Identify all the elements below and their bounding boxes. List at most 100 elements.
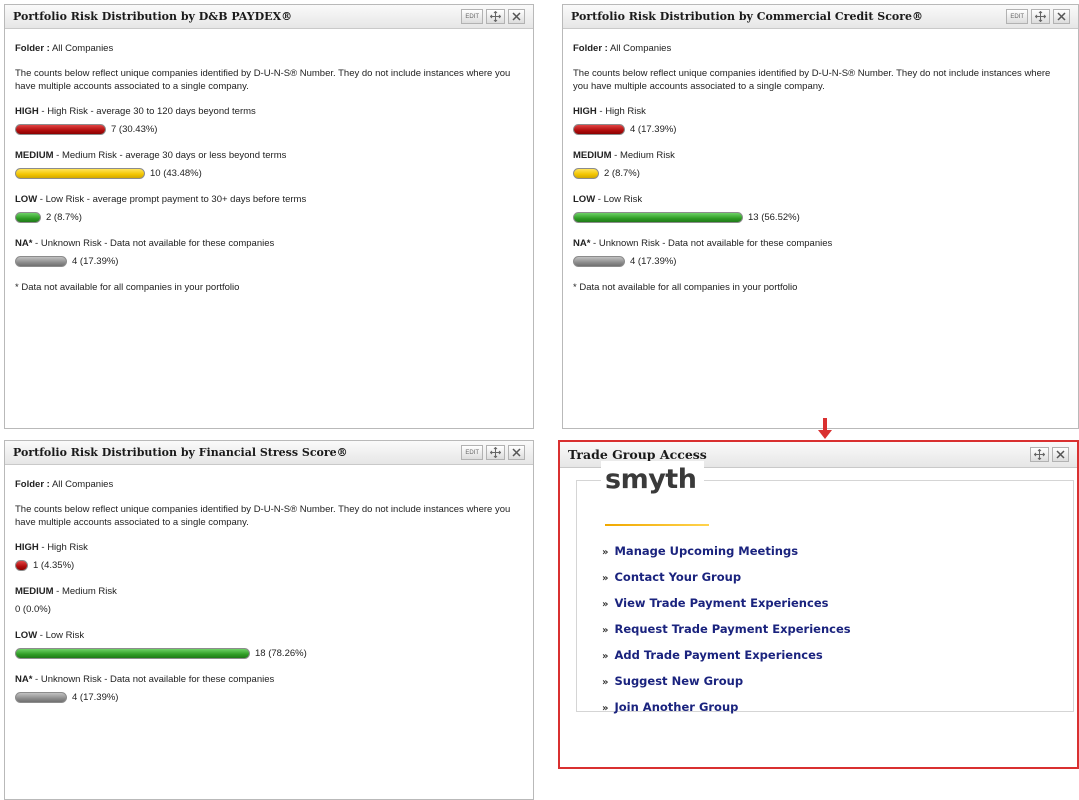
link-prefix: » (602, 599, 609, 610)
footnote: * Data not available for all companies i… (15, 282, 240, 293)
risk-count: 4 (17.39%) (630, 255, 677, 267)
risk-label: NA* - Unknown Risk - Data not available … (573, 237, 1068, 250)
risk-name: HIGH (15, 542, 39, 553)
panel-title: Portfolio Risk Distribution by Financial… (13, 446, 348, 459)
move-icon[interactable] (1031, 9, 1050, 24)
panel-title: Portfolio Risk Distribution by Commercia… (571, 10, 924, 23)
bar-row: 1 (4.35%) (15, 559, 523, 571)
risk-label: LOW - Low Risk - average prompt payment … (15, 193, 523, 206)
link-label: Request Trade Payment Experiences (614, 622, 851, 636)
smyth-logo: smyth (601, 461, 705, 499)
risk-bar (15, 167, 145, 179)
risk-bar (15, 559, 28, 571)
risk-label: NA* - Unknown Risk - Data not available … (15, 673, 523, 686)
risk-label: MEDIUM - Medium Risk (15, 585, 523, 598)
risk-bar (573, 211, 743, 223)
risk-count: 2 (8.7%) (46, 211, 82, 223)
move-icon[interactable] (486, 9, 505, 24)
panel-title: Trade Group Access (568, 447, 707, 462)
stress-panel-body: Folder : All Companies The counts below … (5, 465, 533, 703)
link-label: Join Another Group (614, 700, 739, 714)
folder-label: Folder : (15, 43, 50, 54)
panel-description: The counts below reflect unique companie… (573, 68, 1051, 92)
move-icon[interactable] (486, 445, 505, 460)
risk-desc: - High Risk (38, 542, 88, 553)
edit-button[interactable]: EDIT (461, 445, 483, 460)
move-icon[interactable] (1030, 447, 1049, 462)
risk-na: NA* - Unknown Risk - Data not available … (573, 237, 1068, 267)
logo-underline (605, 524, 709, 526)
risk-label: HIGH - High Risk - average 30 to 120 day… (15, 105, 523, 118)
risk-bar (573, 255, 625, 267)
panel-controls (1030, 447, 1069, 462)
risk-label: LOW - Low Risk (15, 629, 523, 642)
edit-button[interactable]: EDIT (461, 9, 483, 24)
paydex-panel-body: Folder : All Companies The counts below … (5, 29, 533, 294)
risk-name: MEDIUM (15, 150, 54, 161)
risk-name: LOW (15, 194, 38, 205)
bar-row: 18 (78.26%) (15, 647, 523, 659)
risk-low: LOW - Low Risk 18 (78.26%) (15, 629, 523, 659)
link-request-trade-payment-experiences[interactable]: » Request Trade Payment Experiences (602, 617, 851, 643)
risk-desc: - Unknown Risk - Data not available for … (32, 238, 275, 249)
link-join-another-group[interactable]: » Join Another Group (602, 695, 851, 721)
risk-count: 4 (17.39%) (630, 123, 677, 135)
bar-row: 7 (30.43%) (15, 123, 523, 135)
risk-bar (573, 167, 599, 179)
link-suggest-new-group[interactable]: » Suggest New Group (602, 669, 851, 695)
risk-desc: - Unknown Risk - Data not available for … (590, 238, 833, 249)
link-view-trade-payment-experiences[interactable]: » View Trade Payment Experiences (602, 591, 851, 617)
link-prefix: » (602, 547, 609, 558)
risk-label: MEDIUM - Medium Risk (573, 149, 1068, 162)
risk-medium: MEDIUM - Medium Risk 0 (0.0%) (15, 585, 523, 615)
risk-label: HIGH - High Risk (573, 105, 1068, 118)
edit-button[interactable]: EDIT (1006, 9, 1028, 24)
link-label: Contact Your Group (614, 570, 742, 584)
risk-name: LOW (15, 630, 38, 641)
risk-name: LOW (573, 194, 596, 205)
risk-low: LOW - Low Risk - average prompt payment … (15, 193, 523, 223)
bar-row: 2 (8.7%) (573, 167, 1068, 179)
risk-desc: - Low Risk (595, 194, 643, 205)
risk-count: 4 (17.39%) (72, 691, 119, 703)
link-add-trade-payment-experiences[interactable]: » Add Trade Payment Experiences (602, 643, 851, 669)
risk-desc: - High Risk (596, 106, 646, 117)
link-prefix: » (602, 677, 609, 688)
risk-label: HIGH - High Risk (15, 541, 523, 554)
close-icon[interactable] (1053, 9, 1070, 24)
link-prefix: » (602, 703, 609, 714)
link-contact-your-group[interactable]: » Contact Your Group (602, 565, 851, 591)
risk-name: MEDIUM (573, 150, 612, 161)
link-label: Add Trade Payment Experiences (614, 648, 823, 662)
folder-line: Folder : All Companies (15, 478, 523, 491)
folder-value: All Companies (609, 43, 672, 54)
risk-bar (15, 211, 41, 223)
risk-high: HIGH - High Risk 4 (17.39%) (573, 105, 1068, 135)
risk-low: LOW - Low Risk 13 (56.52%) (573, 193, 1068, 223)
close-icon[interactable] (1052, 447, 1069, 462)
close-icon[interactable] (508, 445, 525, 460)
risk-count: 13 (56.52%) (748, 211, 800, 223)
bar-row: 2 (8.7%) (15, 211, 523, 223)
bar-row: 4 (17.39%) (573, 255, 1068, 267)
risk-count: 1 (4.35%) (33, 559, 75, 571)
bar-row: 0 (0.0%) (15, 603, 523, 615)
risk-name: HIGH (15, 106, 39, 117)
down-arrow-icon (818, 418, 832, 439)
risk-desc: - Medium Risk (611, 150, 675, 161)
close-icon[interactable] (508, 9, 525, 24)
folder-line: Folder : All Companies (15, 42, 523, 55)
risk-name: HIGH (573, 106, 597, 117)
link-prefix: » (602, 651, 609, 662)
link-manage-upcoming-meetings[interactable]: » Manage Upcoming Meetings (602, 539, 851, 565)
bar-row: 10 (43.48%) (15, 167, 523, 179)
trade-group-panel: Trade Group Access smyth » Manage Upcomi… (558, 440, 1079, 769)
bar-row: 4 (17.39%) (15, 691, 523, 703)
risk-bar (15, 691, 67, 703)
risk-desc: - Unknown Risk - Data not available for … (32, 674, 275, 685)
credit-panel-header: Portfolio Risk Distribution by Commercia… (563, 5, 1078, 29)
panel-controls: EDIT (461, 9, 525, 24)
bar-row: 4 (17.39%) (15, 255, 523, 267)
trade-links: » Manage Upcoming Meetings » Contact You… (602, 539, 851, 721)
risk-count: 18 (78.26%) (255, 647, 307, 659)
